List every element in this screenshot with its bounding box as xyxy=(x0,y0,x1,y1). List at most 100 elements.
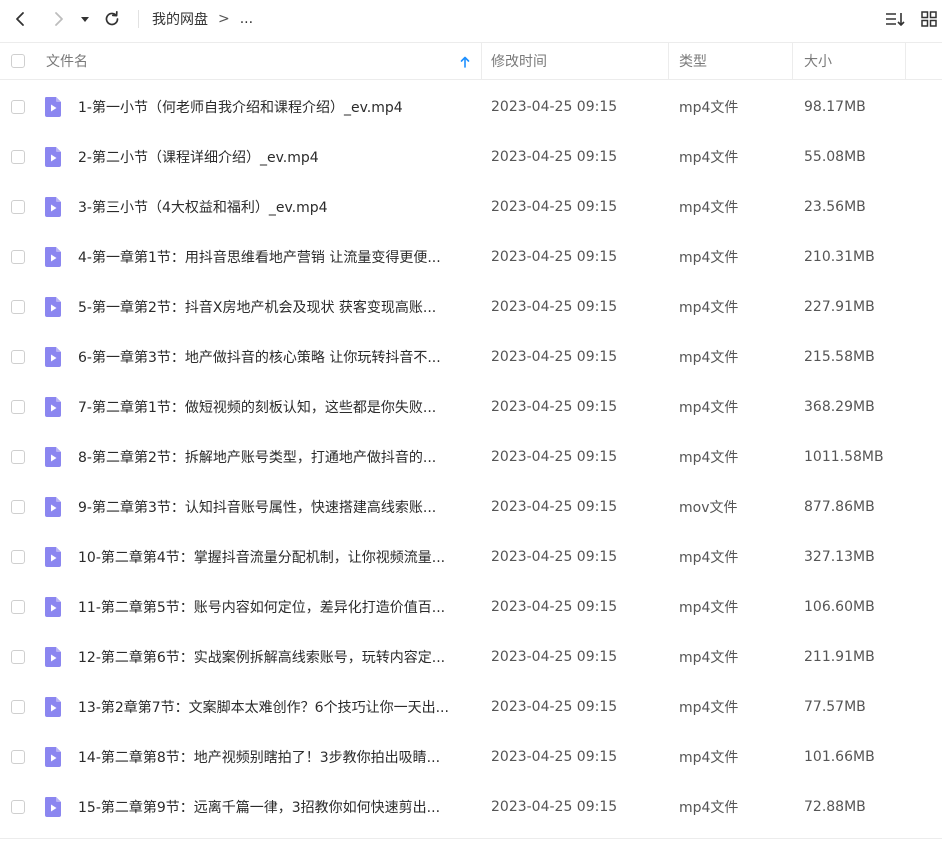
file-row[interactable]: 6-第一章第3节：地产做抖音的核心策略 让你玩转抖音不... 2023-04-2… xyxy=(0,332,942,382)
row-checkbox[interactable] xyxy=(11,500,25,514)
file-name[interactable]: 9-第二章第3节：认知抖音账号属性，快速搭建高线索账... xyxy=(78,482,470,532)
file-row[interactable]: 10-第二章第4节：掌握抖音流量分配机制，让你视频流量... 2023-04-2… xyxy=(0,532,942,582)
row-checkbox[interactable] xyxy=(11,400,25,414)
file-name[interactable]: 7-第二章第1节：做短视频的刻板认知，这些都是你失败... xyxy=(78,382,470,432)
breadcrumb-current[interactable]: ... xyxy=(240,11,253,27)
file-name[interactable]: 15-第二章第9节：远离千篇一律，3招教你如何快速剪出... xyxy=(78,782,470,832)
row-checkbox[interactable] xyxy=(11,600,25,614)
file-type: mp4文件 xyxy=(679,450,739,466)
file-type: mov文件 xyxy=(679,500,738,516)
forward-button[interactable] xyxy=(48,8,70,30)
file-name[interactable]: 11-第二章第5节：账号内容如何定位，差异化打造价值百... xyxy=(78,582,470,632)
column-header-size[interactable]: 大小 xyxy=(804,43,904,79)
file-row[interactable]: 3-第三小节（4大权益和福利）_ev.mp4 2023-04-25 09:15 … xyxy=(0,182,942,232)
file-row[interactable]: 5-第一章第2节：抖音X房地产机会及现状 获客变现高账... 2023-04-2… xyxy=(0,282,942,332)
row-checkbox[interactable] xyxy=(11,700,25,714)
video-file-icon xyxy=(45,447,61,467)
history-dropdown-button[interactable] xyxy=(77,8,93,30)
file-row[interactable]: 15-第二章第9节：远离千篇一律，3招教你如何快速剪出... 2023-04-2… xyxy=(0,782,942,832)
file-type: mp4文件 xyxy=(679,150,739,166)
file-row[interactable]: 8-第二章第2节：拆解地产账号类型，打通地产做抖音的... 2023-04-25… xyxy=(0,432,942,482)
video-file-icon xyxy=(45,397,61,417)
column-divider[interactable] xyxy=(905,43,906,79)
row-checkbox[interactable] xyxy=(11,650,25,664)
refresh-button[interactable] xyxy=(101,8,123,30)
file-name[interactable]: 6-第一章第3节：地产做抖音的核心策略 让你玩转抖音不... xyxy=(78,332,470,382)
file-size: 106.60MB xyxy=(804,599,875,615)
file-modified-time: 2023-04-25 09:15 xyxy=(491,199,618,215)
video-file-icon xyxy=(45,247,61,267)
row-checkbox[interactable] xyxy=(11,550,25,564)
video-file-icon xyxy=(45,797,61,817)
file-modified-time: 2023-04-25 09:15 xyxy=(491,649,618,665)
file-name[interactable]: 8-第二章第2节：拆解地产账号类型，打通地产做抖音的... xyxy=(78,432,470,482)
file-type: mp4文件 xyxy=(679,650,739,666)
file-type: mp4文件 xyxy=(679,350,739,366)
chevron-left-icon xyxy=(16,12,24,26)
file-size: 72.88MB xyxy=(804,799,866,815)
column-header-modified[interactable]: 修改时间 xyxy=(491,43,661,79)
row-checkbox[interactable] xyxy=(11,300,25,314)
row-checkbox[interactable] xyxy=(11,150,25,164)
video-file-icon xyxy=(45,747,61,767)
file-size: 327.13MB xyxy=(804,549,875,565)
breadcrumb-root[interactable]: 我的网盘 xyxy=(152,9,208,29)
video-file-icon xyxy=(45,547,61,567)
column-header-type[interactable]: 类型 xyxy=(679,43,789,79)
file-modified-time: 2023-04-25 09:15 xyxy=(491,449,618,465)
file-name[interactable]: 10-第二章第4节：掌握抖音流量分配机制，让你视频流量... xyxy=(78,532,470,582)
sort-button[interactable] xyxy=(884,8,906,30)
file-row[interactable]: 4-第一章第1节：用抖音思维看地产营销 让流量变得更便... 2023-04-2… xyxy=(0,232,942,282)
file-type: mp4文件 xyxy=(679,550,739,566)
row-checkbox[interactable] xyxy=(11,450,25,464)
file-type: mp4文件 xyxy=(679,700,739,716)
file-name[interactable]: 14-第二章第8节：地产视频别瞎拍了！3步教你拍出吸睛... xyxy=(78,732,470,782)
video-file-icon xyxy=(45,97,61,117)
column-divider[interactable] xyxy=(668,43,669,79)
column-divider[interactable] xyxy=(481,43,482,79)
file-name[interactable]: 3-第三小节（4大权益和福利）_ev.mp4 xyxy=(78,182,470,232)
caret-down-icon xyxy=(81,17,89,22)
file-list: 1-第一小节（何老师自我介绍和课程介绍）_ev.mp4 2023-04-25 0… xyxy=(0,82,942,832)
file-row[interactable]: 13-第2章第7节：文案脚本太难创作？6个技巧让你一天出... 2023-04-… xyxy=(0,682,942,732)
breadcrumb: 我的网盘 > ... xyxy=(152,9,253,29)
video-file-icon xyxy=(45,297,61,317)
file-size: 877.86MB xyxy=(804,499,875,515)
file-row[interactable]: 11-第二章第5节：账号内容如何定位，差异化打造价值百... 2023-04-2… xyxy=(0,582,942,632)
file-name[interactable]: 4-第一章第1节：用抖音思维看地产营销 让流量变得更便... xyxy=(78,232,470,282)
back-button[interactable] xyxy=(9,8,31,30)
file-name[interactable]: 12-第二章第6节：实战案例拆解高线索账号，玩转内容定... xyxy=(78,632,470,682)
file-name[interactable]: 5-第一章第2节：抖音X房地产机会及现状 获客变现高账... xyxy=(78,282,470,332)
file-modified-time: 2023-04-25 09:15 xyxy=(491,699,618,715)
file-row[interactable]: 12-第二章第6节：实战案例拆解高线索账号，玩转内容定... 2023-04-2… xyxy=(0,632,942,682)
row-checkbox[interactable] xyxy=(11,800,25,814)
row-checkbox[interactable] xyxy=(11,750,25,764)
column-header-name[interactable]: 文件名 xyxy=(46,43,476,79)
row-checkbox[interactable] xyxy=(11,200,25,214)
row-checkbox[interactable] xyxy=(11,250,25,264)
row-checkbox[interactable] xyxy=(11,350,25,364)
file-row[interactable]: 14-第二章第8节：地产视频别瞎拍了！3步教你拍出吸睛... 2023-04-2… xyxy=(0,732,942,782)
file-modified-time: 2023-04-25 09:15 xyxy=(491,349,618,365)
video-file-icon xyxy=(45,697,61,717)
file-modified-time: 2023-04-25 09:15 xyxy=(491,299,618,315)
column-divider[interactable] xyxy=(792,43,793,79)
row-checkbox[interactable] xyxy=(11,100,25,114)
file-type: mp4文件 xyxy=(679,300,739,316)
file-size: 210.31MB xyxy=(804,249,875,265)
column-header-type-label: 类型 xyxy=(679,54,707,70)
view-mode-button[interactable] xyxy=(918,8,940,30)
file-modified-time: 2023-04-25 09:15 xyxy=(491,599,618,615)
file-row[interactable]: 9-第二章第3节：认知抖音账号属性，快速搭建高线索账... 2023-04-25… xyxy=(0,482,942,532)
video-file-icon xyxy=(45,347,61,367)
arrow-up-icon xyxy=(460,56,470,68)
file-name[interactable]: 13-第2章第7节：文案脚本太难创作？6个技巧让你一天出... xyxy=(78,682,470,732)
file-name[interactable]: 2-第二小节（课程详细介绍）_ev.mp4 xyxy=(78,132,470,182)
file-row[interactable]: 7-第二章第1节：做短视频的刻板认知，这些都是你失败... 2023-04-25… xyxy=(0,382,942,432)
select-all-checkbox[interactable] xyxy=(11,54,25,68)
file-modified-time: 2023-04-25 09:15 xyxy=(491,499,618,515)
file-row[interactable]: 2-第二小节（课程详细介绍）_ev.mp4 2023-04-25 09:15 m… xyxy=(0,132,942,182)
sort-list-icon xyxy=(886,13,905,26)
file-name[interactable]: 1-第一小节（何老师自我介绍和课程介绍）_ev.mp4 xyxy=(78,82,470,132)
file-row[interactable]: 1-第一小节（何老师自我介绍和课程介绍）_ev.mp4 2023-04-25 0… xyxy=(0,82,942,132)
